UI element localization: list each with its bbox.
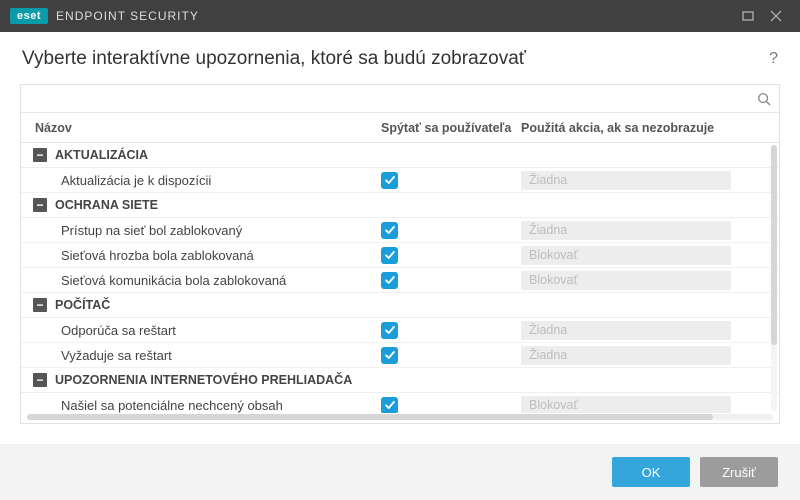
- horizontal-scrollbar[interactable]: [27, 414, 773, 420]
- search-button[interactable]: [749, 85, 779, 112]
- group-label: AKTUALIZÁCIA: [55, 148, 148, 162]
- search-input[interactable]: [21, 85, 749, 112]
- group-label: OCHRANA SIETE: [55, 198, 158, 212]
- ask-user-checkbox[interactable]: [381, 222, 398, 239]
- action-field[interactable]: Žiadna: [521, 221, 731, 240]
- group-label: POČÍTAČ: [55, 298, 110, 312]
- dialog-header: Vyberte interaktívne upozornenia, ktoré …: [0, 32, 800, 84]
- ask-user-checkbox[interactable]: [381, 172, 398, 189]
- ok-button[interactable]: OK: [612, 457, 690, 487]
- item-label: Sieťová hrozba bola zablokovaná: [21, 248, 381, 263]
- column-ask-header: Spýtať sa používateľa: [381, 121, 521, 135]
- column-name-header: Názov: [21, 121, 381, 135]
- close-button[interactable]: [762, 2, 790, 30]
- collapse-icon: −: [33, 298, 47, 312]
- product-name: ENDPOINT SECURITY: [56, 9, 199, 23]
- help-icon[interactable]: ?: [769, 50, 778, 68]
- item-label: Aktualizácia je k dispozícii: [21, 173, 381, 188]
- close-icon: [770, 10, 782, 22]
- action-field[interactable]: Blokovať: [521, 246, 731, 265]
- table-body: −AKTUALIZÁCIAAktualizácia je k dispozíci…: [21, 143, 779, 413]
- group-row[interactable]: −POČÍTAČ: [21, 293, 779, 318]
- search-icon: [757, 92, 771, 106]
- brand-badge: eset: [10, 8, 48, 24]
- vertical-scrollbar[interactable]: [771, 145, 777, 411]
- title-bar: eset ENDPOINT SECURITY: [0, 0, 800, 32]
- ask-user-checkbox[interactable]: [381, 322, 398, 339]
- item-row: Sieťová hrozba bola zablokovaná Blokovať: [21, 243, 779, 268]
- horizontal-scroll-thumb[interactable]: [27, 414, 713, 420]
- ask-user-checkbox[interactable]: [381, 247, 398, 264]
- item-row: Sieťová komunikácia bola zablokovaná Blok…: [21, 268, 779, 293]
- vertical-scroll-thumb[interactable]: [771, 145, 777, 345]
- item-label: Našiel sa potenciálne nechcený obsah: [21, 398, 381, 413]
- group-row[interactable]: −AKTUALIZÁCIA: [21, 143, 779, 168]
- action-field[interactable]: Blokovať: [521, 271, 731, 290]
- column-action-header: Použitá akcia, ak sa nezobrazuje: [521, 121, 779, 135]
- item-label: Sieťová komunikácia bola zablokovaná: [21, 273, 381, 288]
- action-field[interactable]: Žiadna: [521, 346, 731, 365]
- item-label: Prístup na sieť bol zablokovaný: [21, 223, 381, 238]
- search-row: [21, 85, 779, 113]
- ask-user-checkbox[interactable]: [381, 272, 398, 289]
- group-label: UPOZORNENIA INTERNETOVÉHO PREHLIADAČA: [55, 373, 352, 387]
- item-row: Aktualizácia je k dispozícii Žiadna: [21, 168, 779, 193]
- item-row: Odporúča sa reštart Žiadna: [21, 318, 779, 343]
- collapse-icon: −: [33, 148, 47, 162]
- collapse-icon: −: [33, 198, 47, 212]
- dialog-title: Vyberte interaktívne upozornenia, ktoré …: [22, 48, 769, 70]
- minimize-button[interactable]: [734, 2, 762, 30]
- item-label: Vyžaduje sa reštart: [21, 348, 381, 363]
- action-field[interactable]: Žiadna: [521, 321, 731, 340]
- ask-user-checkbox[interactable]: [381, 397, 398, 414]
- cancel-button[interactable]: Zrušiť: [700, 457, 778, 487]
- action-field[interactable]: Blokovať: [521, 396, 731, 414]
- action-field[interactable]: Žiadna: [521, 171, 731, 190]
- table-header: Názov Spýtať sa používateľa Použitá akci…: [21, 113, 779, 143]
- collapse-icon: −: [33, 373, 47, 387]
- minimize-icon: [742, 10, 754, 22]
- ask-user-checkbox[interactable]: [381, 347, 398, 364]
- item-row: Prístup na sieť bol zablokovaný Žiadna: [21, 218, 779, 243]
- settings-panel: Názov Spýtať sa používateľa Použitá akci…: [20, 84, 780, 424]
- item-row: Našiel sa potenciálne nechcený obsah Blok…: [21, 393, 779, 413]
- group-row[interactable]: −UPOZORNENIA INTERNETOVÉHO PREHLIADAČA: [21, 368, 779, 393]
- group-row[interactable]: −OCHRANA SIETE: [21, 193, 779, 218]
- item-label: Odporúča sa reštart: [21, 323, 381, 338]
- dialog-footer: OK Zrušiť: [0, 444, 800, 500]
- item-row: Vyžaduje sa reštart Žiadna: [21, 343, 779, 368]
